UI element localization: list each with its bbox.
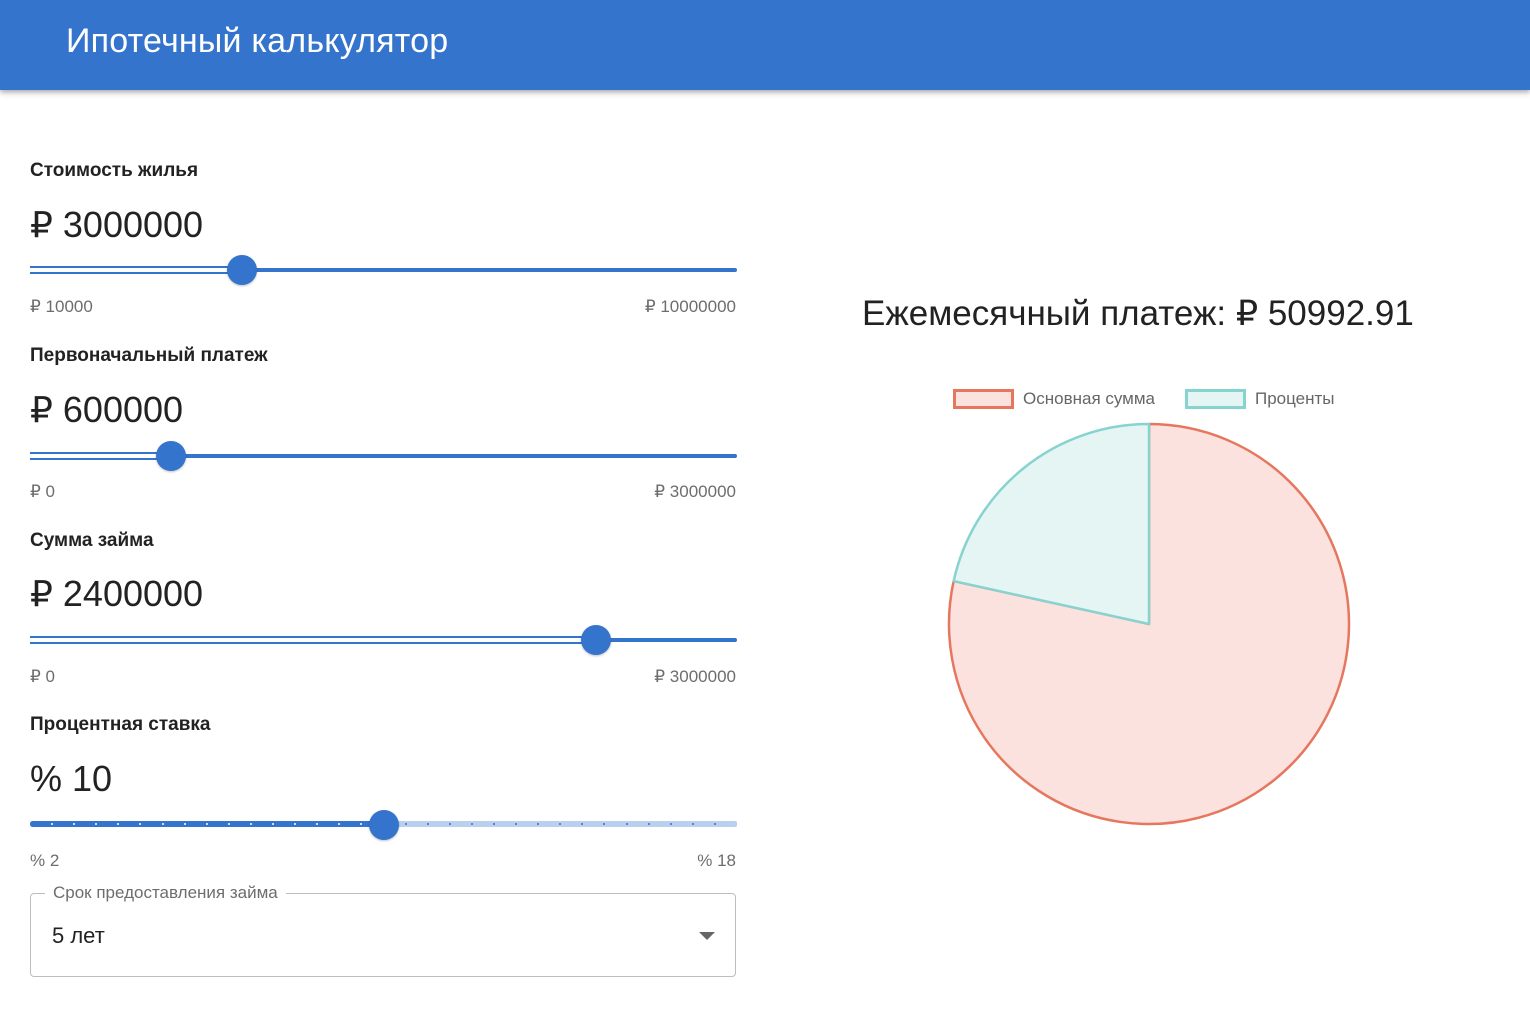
app-title: Ипотечный калькулятор (66, 22, 449, 60)
slider-mark (205, 823, 208, 825)
interest-rate-value: % 10 (30, 758, 113, 799)
loan-term-select[interactable]: Срок предоставления займа 5 лет (30, 883, 736, 977)
home-price-value: ₽ 3000000 (30, 204, 204, 245)
down-payment-min: ₽ 0 (30, 482, 55, 501)
dropdown-arrow-icon[interactable] (699, 932, 715, 940)
down-payment-value: ₽ 600000 (30, 389, 184, 430)
loan-term-label: Срок предоставления займа (45, 883, 286, 903)
slider-mark (426, 823, 429, 825)
down-payment-label: Первоначальный платеж (30, 345, 268, 366)
slider-thumb[interactable] (156, 441, 187, 471)
loan-amount-max: ₽ 3000000 (654, 667, 736, 686)
slider-track (30, 266, 242, 274)
legend-swatch-principal[interactable] (953, 389, 1014, 409)
app-bar: Ипотечный калькулятор (0, 0, 1530, 90)
legend-label-principal[interactable]: Основная сумма (1023, 389, 1155, 409)
slider-mark (669, 823, 672, 825)
monthly-payment: Ежемесячный платеж: ₽ 50992.91 (862, 294, 1414, 333)
loan-amount-value: ₽ 2400000 (30, 573, 204, 614)
slider-mark (492, 823, 495, 825)
loan-amount-slider[interactable] (30, 625, 737, 655)
slider-mark (249, 823, 252, 825)
payment-pie-chart (947, 422, 1351, 826)
slider-thumb[interactable] (226, 255, 257, 285)
slider-thumb[interactable] (580, 625, 611, 655)
slider-mark (470, 823, 473, 825)
down-payment-max: ₽ 3000000 (654, 482, 736, 501)
loan-amount-label: Сумма займа (30, 530, 154, 551)
legend-swatch-interest[interactable] (1185, 389, 1246, 409)
slider-mark (691, 823, 694, 825)
slider-mark (161, 823, 164, 825)
interest-rate-min: % 2 (30, 851, 60, 870)
home-price-label: Стоимость жилья (30, 160, 199, 181)
slider-mark (272, 823, 275, 825)
legend-label-interest[interactable]: Проценты (1255, 389, 1335, 409)
slider-mark (404, 823, 407, 825)
interest-rate-max: % 18 (697, 851, 736, 870)
down-payment-slider[interactable] (30, 441, 737, 471)
loan-amount-min: ₽ 0 (30, 667, 55, 686)
home-price-min: ₽ 10000 (30, 297, 93, 316)
slider-mark (625, 823, 628, 825)
loan-term-value: 5 лет (52, 923, 105, 948)
slider-mark (183, 823, 186, 825)
interest-rate-label: Процентная ставка (30, 714, 211, 735)
interest-rate-slider[interactable] (30, 810, 737, 840)
slider-track (30, 452, 172, 460)
home-price-max: ₽ 10000000 (644, 297, 736, 316)
home-price-slider[interactable] (30, 255, 737, 285)
slider-mark (647, 823, 650, 825)
slider-track (30, 636, 596, 644)
slider-mark (713, 823, 716, 825)
slider-thumb[interactable] (368, 810, 399, 840)
slider-mark (227, 823, 230, 825)
slider-mark (448, 823, 451, 825)
